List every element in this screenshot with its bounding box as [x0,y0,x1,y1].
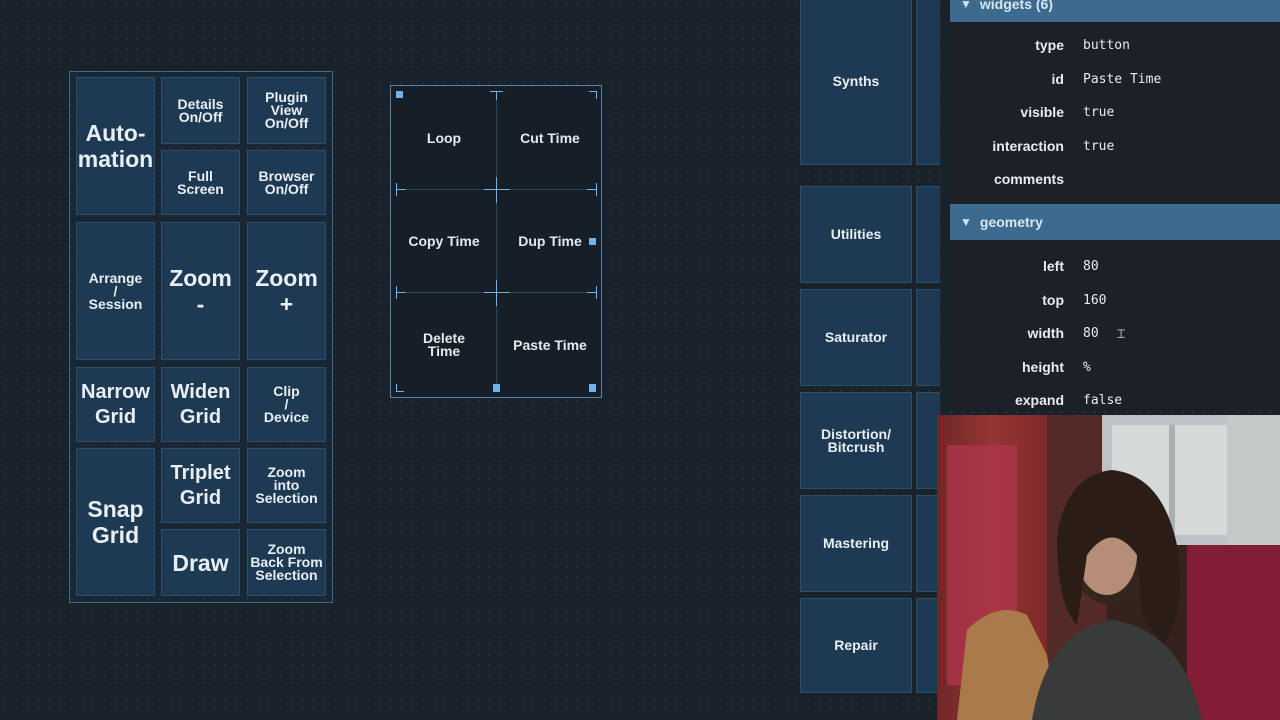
repair-button[interactable]: Repair [800,598,912,693]
distortion-bitcrush-button[interactable]: Distortion/ Bitcrush [800,392,912,489]
corner-bottom-left [396,391,404,392]
narrow-grid-button[interactable]: Narrow Grid [76,367,155,442]
prop-value-width[interactable]: 80 [1083,326,1099,341]
widgets-section-title: widgets (6) [979,0,1054,12]
resize-handle-top-left[interactable] [396,91,403,98]
resize-handle-right[interactable] [589,238,596,245]
copy-time-button[interactable]: Copy Time [391,190,497,293]
corner-bottom-left-v [396,384,397,392]
draw-button[interactable]: Draw [161,529,240,596]
dup-time-button[interactable]: Dup Time [497,190,603,293]
cut-time-button[interactable]: Cut Time [497,86,603,190]
tick-left-2v [396,286,397,299]
prop-value-type[interactable]: button [1083,38,1130,53]
tick-left-2 [396,292,406,293]
corner-top-right-v [596,91,597,99]
crosshair-h-2 [484,292,510,293]
webcam-overlay [937,415,1280,720]
triplet-grid-button[interactable]: Triplet Grid [161,448,240,523]
prop-label-type: type [1035,37,1064,53]
column-stub-2 [916,186,940,283]
crosshair-v-1 [496,177,497,203]
chevron-down-icon: ▼ [960,215,972,229]
paste-time-button[interactable]: Paste Time [497,293,603,397]
tick-top-mid-v [496,91,497,100]
prop-label-width: width [1027,325,1064,341]
crosshair-h-1 [484,189,510,190]
utilities-button[interactable]: Utilities [800,186,912,283]
prop-label-comments: comments [993,171,1064,187]
prop-label-interaction: interaction [992,138,1064,154]
prop-label-top: top [1042,292,1064,308]
geometry-section-header[interactable]: ▼ geometry [950,204,1280,240]
clip-device-button[interactable]: Clip / Device [247,367,326,442]
zoom-back-from-selection-button[interactable]: Zoom Back From Selection [247,529,326,596]
snap-grid-button[interactable]: Snap Grid [76,448,155,596]
automation-button[interactable]: Auto- mation [76,77,155,215]
zoom-into-selection-button[interactable]: Zoom into Selection [247,448,326,523]
resize-handle-bottom-right[interactable] [589,384,596,392]
arrange-session-button[interactable]: Arrange / Session [76,222,155,360]
browser-toggle-button[interactable]: Browser On/Off [247,150,326,215]
prop-value-height[interactable]: % [1083,360,1091,375]
edit-matrix-panel[interactable]: Loop Cut Time Copy Time Dup Time Delete … [390,85,602,398]
zoom-out-button[interactable]: Zoom - [161,222,240,360]
prop-value-visible[interactable]: true [1083,105,1114,120]
crosshair-v-2 [496,280,497,306]
widen-grid-button[interactable]: Widen Grid [161,367,240,442]
prop-value-top[interactable]: 160 [1083,293,1106,308]
prop-value-expand[interactable]: false [1083,393,1122,408]
prop-label-visible: visible [1020,104,1064,120]
loop-button[interactable]: Loop [391,86,497,190]
tick-left-1 [396,189,406,190]
geometry-section-title: geometry [979,214,1043,230]
prop-label-id: id [1051,71,1064,87]
details-toggle-button[interactable]: Details On/Off [161,77,240,144]
saturator-button[interactable]: Saturator [800,289,912,386]
prop-label-height: height [1022,359,1064,375]
zoom-in-button[interactable]: Zoom + [247,222,326,360]
prop-value-left[interactable]: 80 [1083,259,1099,274]
resize-handle-bottom[interactable] [493,384,500,392]
prop-value-interaction[interactable]: true [1083,139,1114,154]
column-stub-3 [916,289,940,386]
prop-value-id[interactable]: Paste Time [1083,72,1161,87]
prop-label-left: left [1043,258,1064,274]
webcam-image [937,415,1280,720]
column-stub-1 [916,0,940,165]
mastering-button[interactable]: Mastering [800,495,912,592]
tick-right-2v [596,286,597,299]
full-screen-button[interactable]: Full Screen [161,150,240,215]
prop-label-expand: expand [1014,392,1064,408]
delete-time-button[interactable]: Delete Time [391,293,497,397]
tick-left-1v [396,183,397,196]
widgets-section-header[interactable]: ▼ widgets (6) [950,0,1280,22]
tick-right-1v [596,183,597,196]
chevron-down-icon: ▼ [960,0,972,11]
text-cursor-icon: ⌶ [1117,326,1126,342]
synths-button[interactable]: Synths [800,0,912,165]
plugin-view-toggle-button[interactable]: Plugin View On/Off [247,77,326,144]
